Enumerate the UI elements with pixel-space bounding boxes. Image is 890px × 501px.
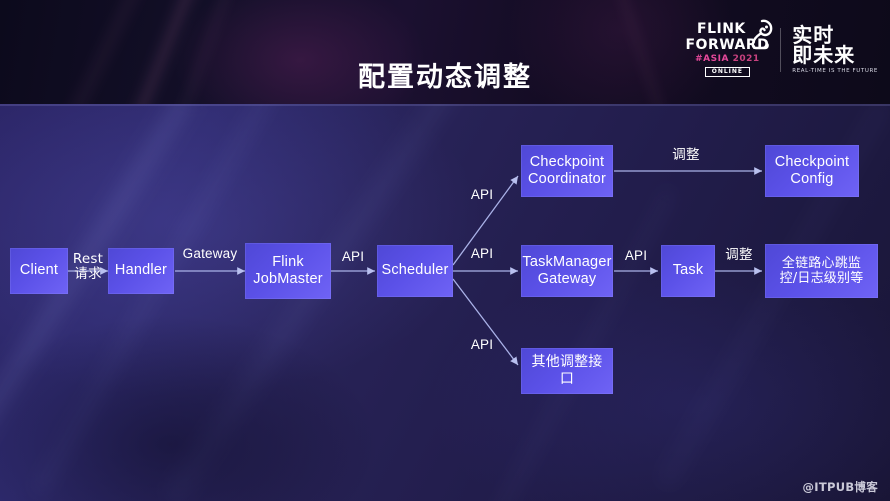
logo-asia: ASIA — [703, 54, 729, 64]
logo-cn-line1: 实时 — [792, 22, 835, 47]
edge-label-handler-jobmaster: Gateway — [182, 246, 238, 261]
edge-label-task-monitoring: 调整 — [725, 247, 753, 263]
logo-tagline: REAL-TIME IS THE FUTURE — [792, 67, 878, 74]
edge-label-client-handler: Rest 请求 — [72, 251, 104, 283]
edge-label-tmgateway-task: API — [624, 248, 648, 263]
node-client-label: Client — [19, 262, 59, 279]
node-monitoring[interactable]: 全链路心跳监 控/日志级别等 — [765, 244, 878, 298]
node-other-interface[interactable]: 其他调整接口 — [521, 348, 613, 394]
logo-hash: # — [695, 54, 704, 64]
node-flink-jobmaster[interactable]: Flink JobMaster — [245, 243, 331, 299]
node-scheduler-label: Scheduler — [381, 262, 449, 279]
node-task-label: Task — [672, 262, 704, 279]
slide: 配置动态调整 FLINK FORWARD #ASIA 2021 ONLINE 实… — [0, 0, 890, 501]
logo-cn-line2: 即未来 — [792, 43, 856, 68]
logo-asia-year: #ASIA 2021 — [695, 55, 760, 64]
edge-label-scheduler-coordinator: API — [470, 187, 494, 202]
node-monitoring-label: 全链路心跳监 控/日志级别等 — [779, 255, 864, 286]
logo-divider — [780, 27, 782, 72]
node-taskmanager-gateway[interactable]: TaskManager Gateway — [521, 245, 613, 297]
edge-label-coordinator-config: 调整 — [672, 147, 700, 163]
logo-online-badge: ONLINE — [704, 67, 751, 77]
node-checkpoint-coordinator-label: Checkpoint Coordinator — [528, 153, 606, 187]
logo-chinese-lockup: 实时 即未来 REAL-TIME IS THE FUTURE — [792, 22, 878, 74]
watermark: @ITPUB博客 — [802, 480, 878, 494]
flink-forward-logo: FLINK FORWARD #ASIA 2021 ONLINE 实时 即未来 R… — [685, 19, 878, 77]
node-taskmanager-gateway-label: TaskManager Gateway — [522, 253, 612, 287]
logo-wordmark: FLINK FORWARD #ASIA 2021 ONLINE — [685, 19, 773, 77]
edge-label-scheduler-other: API — [470, 337, 494, 352]
logo-year: 2021 — [732, 54, 760, 64]
squirrel-icon — [739, 18, 773, 54]
node-handler-label: Handler — [114, 262, 168, 279]
node-task[interactable]: Task — [661, 245, 715, 297]
node-checkpoint-coordinator[interactable]: Checkpoint Coordinator — [521, 145, 613, 197]
edge-label-scheduler-tmgateway: API — [470, 246, 494, 261]
edge-label-jobmaster-scheduler: API — [341, 249, 365, 264]
node-client[interactable]: Client — [10, 248, 68, 294]
node-checkpoint-config[interactable]: Checkpoint Config — [765, 145, 859, 197]
node-other-interface-label: 其他调整接口 — [531, 354, 603, 387]
node-handler[interactable]: Handler — [108, 248, 174, 294]
node-scheduler[interactable]: Scheduler — [377, 245, 453, 297]
node-checkpoint-config-label: Checkpoint Config — [774, 153, 850, 187]
node-flink-jobmaster-label: Flink JobMaster — [253, 253, 323, 287]
